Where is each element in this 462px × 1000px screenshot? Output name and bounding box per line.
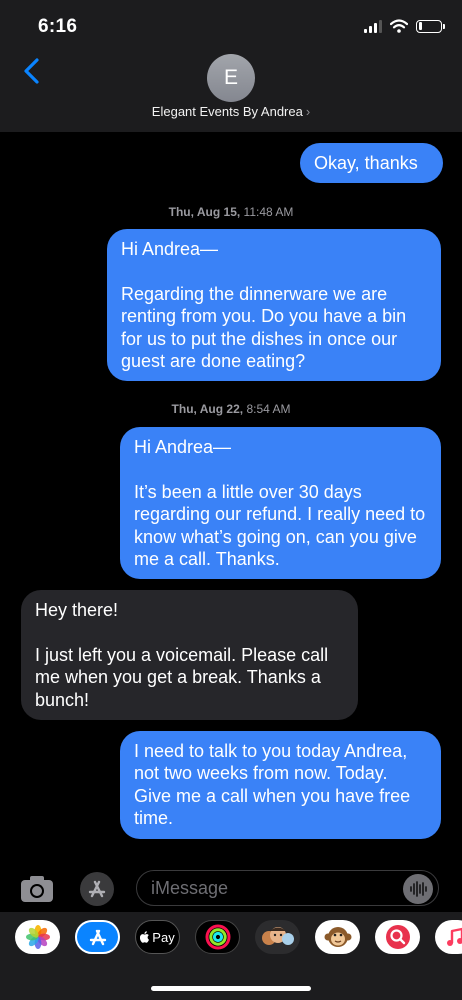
timestamp-day: Thu, Aug 22, (171, 402, 244, 416)
message-thread[interactable]: ·· ·· · ·· · · · ·· Okay, thanks Thu, Au… (0, 132, 462, 862)
apple-pay-app-button[interactable]: Pay (135, 920, 180, 954)
activity-rings-icon (205, 924, 230, 950)
battery-icon (416, 19, 445, 33)
timestamp-divider: Thu, Aug 22, 8:54 AM (0, 402, 462, 416)
memoji-icon (261, 927, 294, 945)
message-bubble-sent[interactable]: Okay, thanks (300, 143, 443, 184)
monkey-icon (324, 927, 351, 947)
avatar-initial: E (223, 66, 238, 89)
cellular-signal-icon (364, 19, 382, 33)
camera-icon[interactable] (19, 874, 55, 904)
timestamp-time: 11:48 AM (243, 205, 294, 219)
timestamp-divider: Thu, Aug 15, 11:48 AM (0, 205, 462, 219)
memoji-app-button[interactable] (255, 920, 300, 954)
message-input-bar (0, 862, 462, 912)
search-globe-icon (385, 925, 410, 949)
message-bubble-sent[interactable]: Hi Andrea— It’s been a little over 30 da… (120, 427, 441, 580)
status-icons (364, 19, 445, 33)
audio-message-button[interactable] (403, 874, 433, 904)
back-chevron-icon[interactable] (18, 56, 48, 86)
chevron-right-icon: › (305, 104, 311, 119)
timestamp-day: Thu, Aug 15, (168, 205, 241, 219)
contact-name-button[interactable]: Elegant Events By Andrea › (0, 104, 462, 119)
photos-app-button[interactable] (15, 920, 60, 954)
app-store-app-button[interactable] (75, 920, 120, 954)
app-store-icon (80, 872, 114, 906)
activity-app-button[interactable] (195, 920, 240, 954)
contact-avatar[interactable]: E (207, 54, 255, 102)
timestamp-time: 8:54 AM (246, 402, 291, 416)
app-store-button[interactable] (79, 871, 115, 907)
animoji-app-button[interactable] (315, 920, 360, 954)
clipped-timestamp: ·· ·· · ·· · · · ·· (150, 132, 215, 137)
home-indicator[interactable] (151, 986, 311, 991)
music-note-icon (447, 927, 462, 946)
app-store-icon (89, 929, 106, 946)
music-app-button[interactable] (435, 920, 462, 954)
photos-icon (25, 925, 50, 949)
wifi-icon (390, 19, 408, 33)
contact-name: Elegant Events By Andrea (151, 104, 303, 119)
battery-level (418, 22, 422, 30)
apple-pay-label: Pay (152, 929, 175, 945)
web-search-app-button[interactable] (375, 920, 420, 954)
waveform-icon (410, 881, 427, 897)
message-bubble-sent[interactable]: Hi Andrea— Regarding the dinnerware we a… (107, 229, 441, 382)
status-time: 6:16 (38, 16, 78, 37)
apple-logo-icon (140, 931, 150, 943)
message-bubble-sent[interactable]: I need to talk to you today Andrea, not … (120, 731, 441, 839)
status-bar: 6:16 (0, 0, 462, 52)
imessage-input[interactable] (136, 870, 439, 906)
message-bubble-received[interactable]: Hey there! I just left you a voicemail. … (21, 590, 358, 721)
